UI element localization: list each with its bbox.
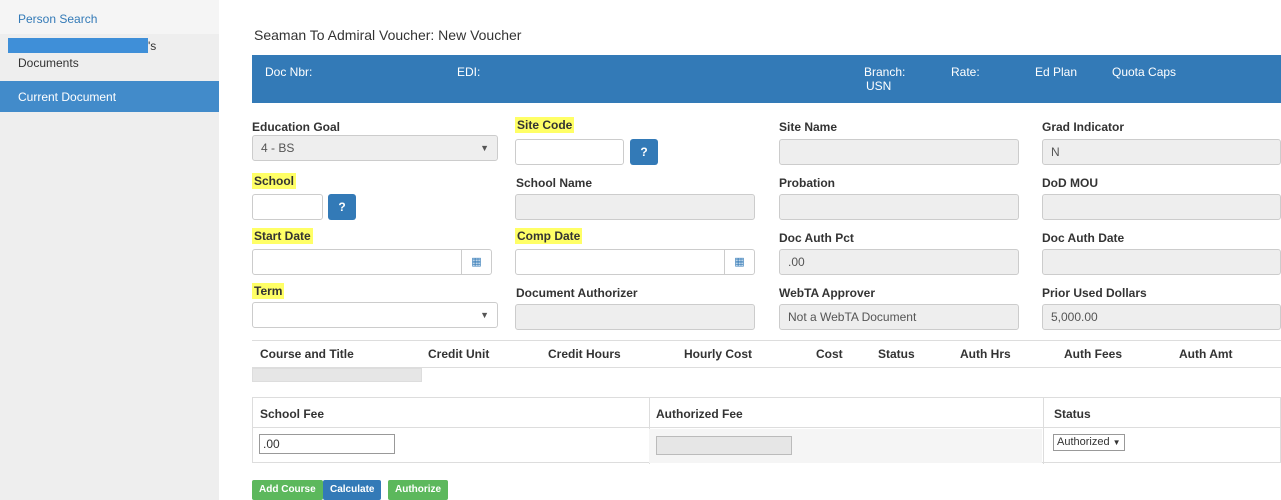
course-row-placeholder [252,368,422,382]
doc-auth-pct-field: .00 [779,249,1019,275]
authorize-button[interactable]: Authorize [388,480,449,500]
edi-label: EDI: [457,65,481,79]
education-goal-select[interactable]: 4 - BS ▼ [252,135,498,161]
probation-label: Probation [779,176,835,190]
column-header: Cost [816,347,843,361]
site-code-help-button[interactable]: ? [630,139,658,165]
add-course-button[interactable]: Add Course [252,480,323,500]
school-name-field [515,194,755,220]
sidebar: Person Search 's Documents Current Docum… [0,0,219,500]
chevron-down-icon: ▼ [480,143,489,153]
site-code-label: Site Code [515,117,575,133]
school-label: School [252,173,297,189]
column-header: Credit Hours [548,347,621,361]
grad-indicator-field: N [1042,139,1281,165]
school-fee-input[interactable]: .00 [259,434,395,454]
education-goal-value: 4 - BS [261,141,295,155]
column-header: Status [878,347,915,361]
dod-mou-field [1042,194,1281,220]
sidebar-item-label: Documents [18,56,79,71]
school-help-button[interactable]: ? [328,194,356,220]
education-goal-label: Education Goal [252,120,341,134]
column-header: Credit Unit [428,347,490,361]
dod-mou-label: DoD MOU [1042,176,1098,190]
rate-label: Rate: [951,65,980,79]
school-input[interactable] [252,194,323,220]
ed-plan-label: Ed Plan [1035,65,1078,79]
fee-table: School Fee Authorized Fee Status .00 Aut… [252,397,1281,464]
webta-approver-field: Not a WebTA Document [779,304,1019,330]
start-date-label: Start Date [252,228,313,244]
column-header: Status [1054,407,1091,421]
doc-auth-date-label: Doc Auth Date [1042,231,1125,245]
comp-date-label: Comp Date [515,228,583,244]
column-header: Hourly Cost [684,347,753,361]
voucher-banner: Doc Nbr: EDI: Branch: USN Rate: Ed Plan … [252,55,1281,103]
doc-auth-date-field [1042,249,1281,275]
column-divider [1043,398,1044,464]
webta-approver-label: WebTA Approver [779,286,876,300]
probation-field [779,194,1019,220]
site-name-label: Site Name [779,120,838,134]
sidebar-item-label: Current Document [18,90,117,104]
prior-used-dollars-label: Prior Used Dollars [1042,286,1147,300]
document-authorizer-field [515,304,755,330]
prior-used-dollars-field: 5,000.00 [1042,304,1281,330]
document-authorizer-label: Document Authorizer [516,286,638,300]
fee-table-header: School Fee Authorized Fee Status [253,398,1280,428]
main-content: Seaman To Admiral Voucher: New Voucher D… [252,0,1281,500]
sidebar-item-label: Person Search [18,12,98,26]
comp-date-input[interactable]: ▦ [515,249,755,275]
term-label: Term [252,283,285,299]
page-title: Seaman To Admiral Voucher: New Voucher [254,27,522,43]
redacted-name [8,38,148,54]
quota-caps-label: Quota Caps [1112,65,1177,79]
column-header: Auth Amt [1179,347,1233,361]
sidebar-item-current-document[interactable]: Current Document [0,81,219,112]
column-header: Authorized Fee [656,407,743,421]
site-name-field [779,139,1019,165]
chevron-down-icon: ▼ [480,310,489,320]
sidebar-item-documents[interactable]: 's Documents [0,34,219,81]
fee-status-select[interactable]: Authorized ▼ [1053,434,1125,451]
sidebar-item-suffix: 's [148,38,157,53]
start-date-input[interactable]: ▦ [252,249,492,275]
branch-value: USN [866,79,892,93]
site-code-input[interactable] [515,139,624,165]
grad-indicator-label: Grad Indicator [1042,120,1125,134]
course-table-header: Course and Title Credit Unit Credit Hour… [252,340,1281,368]
column-header: School Fee [260,407,325,421]
sidebar-item-person-search[interactable]: Person Search [0,0,219,34]
doc-nbr-label: Doc Nbr: [265,65,313,79]
fee-status-value: Authorized [1057,436,1110,448]
column-header: Auth Fees [1064,347,1123,361]
authorized-fee-field [656,436,792,455]
branch-label: Branch: [864,65,906,79]
calendar-icon[interactable]: ▦ [724,250,754,274]
column-header: Auth Hrs [960,347,1011,361]
column-header: Course and Title [260,347,354,361]
calculate-button[interactable]: Calculate [323,480,382,500]
term-select[interactable]: ▼ [252,302,498,328]
school-name-label: School Name [516,176,593,190]
doc-auth-pct-label: Doc Auth Pct [779,231,854,245]
calendar-icon[interactable]: ▦ [461,250,491,274]
chevron-down-icon: ▼ [1112,438,1121,447]
